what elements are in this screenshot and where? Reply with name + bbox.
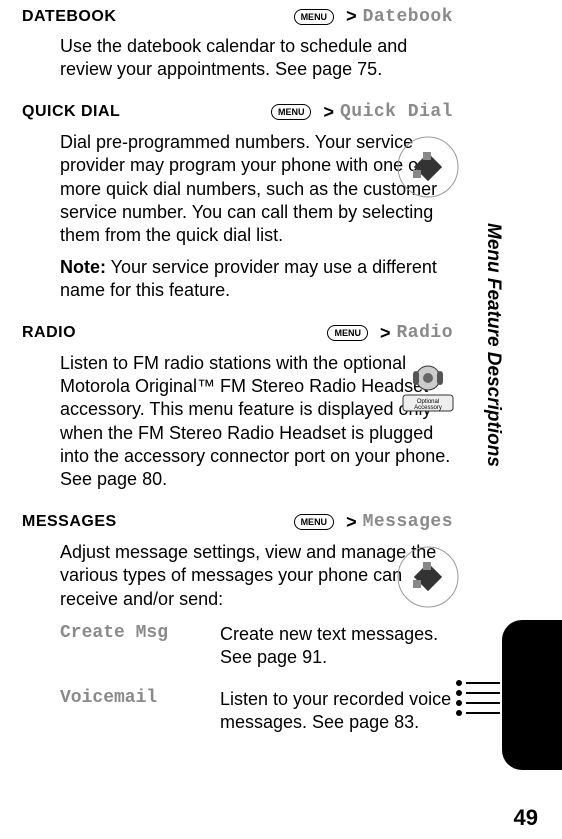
chevron-right-icon: >	[380, 323, 391, 344]
menu-path-datebook: Datebook	[363, 7, 453, 27]
network-feature-badge-icon	[393, 542, 463, 612]
title-quickdial: QUICK DIAL	[22, 103, 120, 121]
body-datebook: Use the datebook calendar to schedule an…	[60, 35, 453, 82]
chevron-right-icon: >	[323, 102, 334, 123]
side-tab: Menu Feature Descriptions	[482, 130, 562, 700]
subitem-create-msg: Create Msg Create new text messages. See…	[60, 623, 453, 670]
menu-path-quickdial: Quick Dial	[340, 102, 453, 122]
section-radio: RADIO MENU > Radio Optional Accessory Li…	[22, 323, 453, 492]
title-radio: RADIO	[22, 324, 76, 342]
subitem-label: Create Msg	[60, 623, 220, 670]
menu-button-icon: MENU	[294, 9, 335, 25]
subitem-label: Voicemail	[60, 688, 220, 735]
menu-path-messages: Messages	[363, 512, 453, 532]
optional-accessory-badge-icon: Optional Accessory	[393, 353, 463, 423]
chevron-right-icon: >	[346, 6, 357, 27]
menu-button-icon: MENU	[294, 514, 335, 530]
subitem-desc: Create new text messages. See page 91.	[220, 623, 453, 670]
subitem-desc: Listen to your recorded voice messages. …	[220, 688, 453, 735]
chevron-right-icon: >	[346, 512, 357, 533]
page-number: 49	[514, 805, 538, 831]
side-tab-label: Menu Feature Descriptions	[482, 130, 504, 560]
thumb-index-lines-icon	[456, 680, 500, 720]
network-feature-badge-icon	[393, 132, 463, 202]
thumb-index-block-icon	[502, 620, 562, 770]
section-datebook: DATEBOOK MENU > Datebook Use the dateboo…	[22, 6, 453, 82]
svg-text:Accessory: Accessory	[414, 405, 442, 411]
section-quickdial: QUICK DIAL MENU > Quick Dial Dial pre-pr…	[22, 102, 453, 303]
title-datebook: DATEBOOK	[22, 8, 116, 26]
section-messages: MESSAGES MENU > Messages Adjust message …	[22, 512, 453, 735]
title-messages: MESSAGES	[22, 513, 117, 531]
subitem-voicemail: Voicemail Listen to your recorded voice …	[60, 688, 453, 735]
menu-button-icon: MENU	[327, 325, 368, 341]
note-text: Your service provider may use a differen…	[60, 257, 437, 300]
menu-button-icon: MENU	[271, 104, 312, 120]
menu-path-radio: Radio	[396, 323, 453, 343]
note-label: Note:	[60, 257, 106, 277]
